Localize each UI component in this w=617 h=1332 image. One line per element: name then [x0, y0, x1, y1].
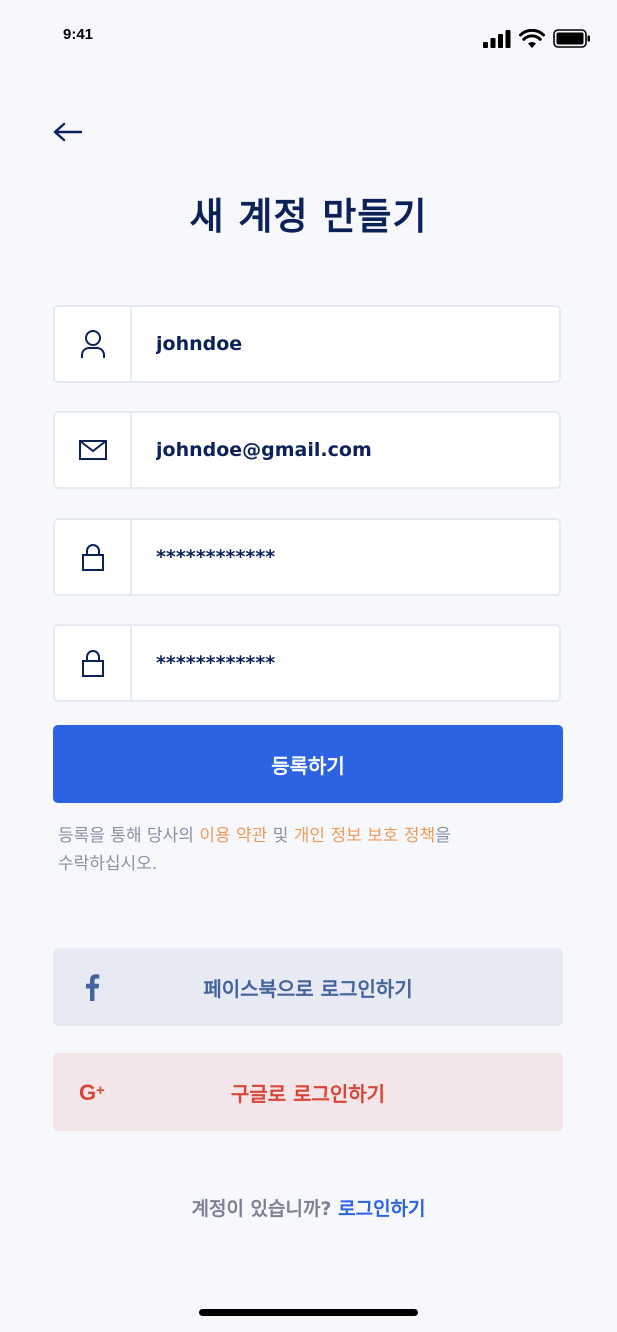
facebook-icon — [79, 948, 105, 1026]
home-indicator[interactable] — [199, 1309, 418, 1316]
terms-suffix: 을 — [435, 826, 451, 846]
svg-text:+: + — [96, 1082, 105, 1099]
mail-icon — [78, 440, 107, 460]
terms-notice: 등록을 통해 당사의 이용 약관 및 개인 정보 보호 정책을 수락하십시오. — [58, 822, 558, 878]
password-icon-cell — [55, 520, 132, 594]
google-plus-icon: G + — [79, 1053, 113, 1131]
page-title: 새 계정 만들기 — [189, 195, 428, 238]
password-input[interactable] — [132, 520, 559, 594]
google-login-label: 구글로 로그인하기 — [230, 1081, 386, 1106]
status-time: 9:41 — [63, 26, 94, 43]
register-button[interactable]: 등록하기 — [53, 725, 563, 803]
wifi-icon — [519, 29, 545, 48]
terms-of-use-link[interactable]: 이용 약관 — [199, 826, 267, 846]
back-button[interactable] — [52, 118, 84, 146]
password-field — [53, 518, 561, 596]
terms-prefix: 등록을 통해 당사의 — [58, 826, 200, 846]
status-bar: 9:41 — [0, 0, 617, 70]
email-field — [53, 411, 561, 489]
terms-middle: 및 — [267, 826, 294, 846]
arrow-left-icon — [53, 122, 83, 142]
facebook-login-button[interactable]: 페이스북으로 로그인하기 — [53, 948, 563, 1026]
user-icon — [80, 330, 105, 358]
signin-link[interactable]: 로그인하기 — [338, 1198, 425, 1220]
username-input[interactable] — [132, 307, 559, 381]
email-input[interactable] — [132, 413, 559, 487]
battery-icon — [553, 29, 590, 48]
status-icons — [483, 29, 591, 48]
svg-text:G: G — [79, 1080, 96, 1104]
facebook-login-label: 페이스북으로 로그인하기 — [203, 976, 413, 1001]
lock-icon — [81, 544, 104, 571]
confirm-password-input[interactable] — [132, 626, 559, 700]
username-field — [53, 305, 561, 383]
terms-suffix-line2: 수락하십시오. — [58, 854, 158, 874]
confirm-password-icon-cell — [55, 626, 132, 700]
signin-prompt-text: 계정이 있습니까? — [191, 1198, 339, 1220]
username-icon-cell — [55, 307, 132, 381]
lock-icon — [81, 650, 104, 677]
cellular-signal-icon — [483, 29, 511, 48]
confirm-password-field — [53, 624, 561, 702]
email-icon-cell — [55, 413, 132, 487]
google-login-button[interactable]: G + 구글로 로그인하기 — [53, 1053, 563, 1131]
privacy-policy-link[interactable]: 개인 정보 보호 정책 — [294, 826, 435, 846]
signin-prompt-row: 계정이 있습니까? 로그인하기 — [0, 1194, 617, 1221]
register-button-label: 등록하기 — [271, 753, 345, 778]
